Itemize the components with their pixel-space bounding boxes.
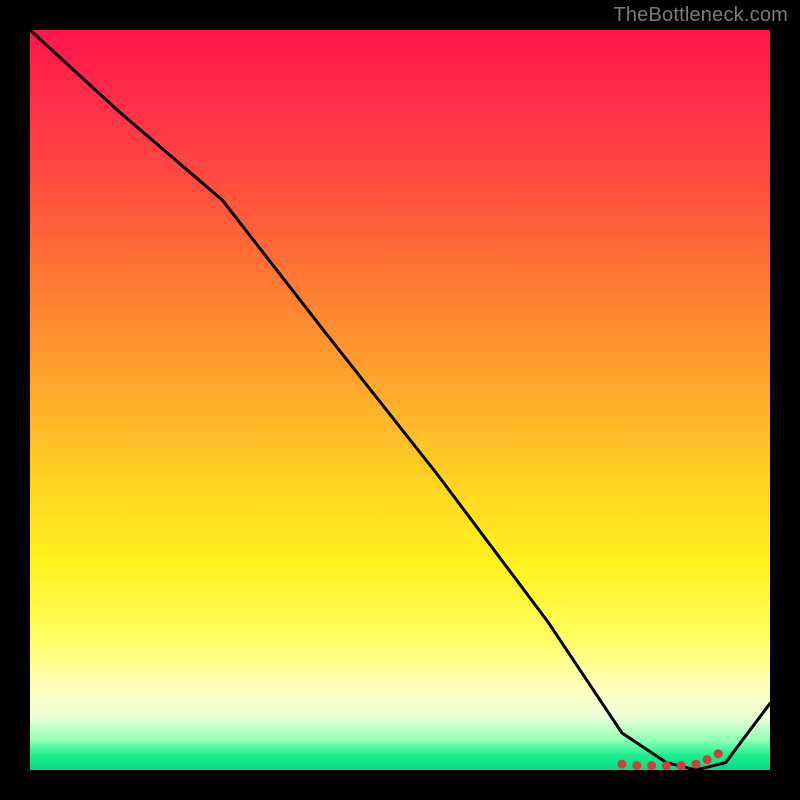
plot-overlay xyxy=(30,30,770,770)
marker-dot xyxy=(662,761,671,770)
curve-line xyxy=(30,30,770,770)
marker-dot xyxy=(692,760,701,769)
marker-dot xyxy=(647,761,656,770)
marker-dot xyxy=(714,749,723,758)
marker-dot xyxy=(632,761,641,770)
marker-dot xyxy=(618,760,627,769)
marker-dot xyxy=(677,761,686,770)
marker-dot xyxy=(703,755,712,764)
attribution-label: TheBottleneck.com xyxy=(613,4,788,27)
chart-stage: TheBottleneck.com xyxy=(0,0,800,800)
